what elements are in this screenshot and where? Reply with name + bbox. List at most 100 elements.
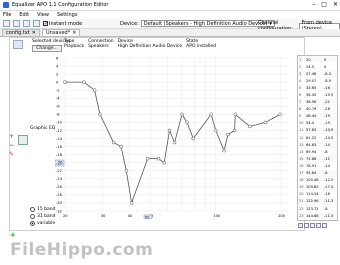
- gain-cell[interactable]: -12.5: [323, 177, 337, 184]
- table-row[interactable]: 15 73.86 -12: [298, 155, 337, 163]
- table-row[interactable]: 4 29.07 -8.9: [298, 77, 337, 84]
- table-row[interactable]: 7 38.56 -22: [298, 98, 337, 106]
- save-as-icon[interactable]: [33, 20, 40, 27]
- menu-view[interactable]: View: [37, 12, 49, 18]
- frequency-cell[interactable]: 64.63: [305, 141, 324, 149]
- eq-point[interactable]: [191, 136, 195, 141]
- gain-cell[interactable]: -8: [323, 148, 337, 155]
- eq-point[interactable]: [124, 168, 129, 173]
- normalize-icon[interactable]: [316, 223, 321, 228]
- radio-dot[interactable]: [30, 214, 35, 219]
- save-icon[interactable]: [23, 20, 30, 27]
- eq-point[interactable]: [278, 112, 282, 117]
- export-icon[interactable]: [304, 223, 309, 228]
- change-device-button[interactable]: Change...: [32, 45, 62, 52]
- frequency-cell[interactable]: 57.83: [305, 126, 324, 135]
- frequency-cell[interactable]: 109.82: [305, 183, 324, 191]
- open-file-icon[interactable]: [13, 20, 20, 27]
- gain-cell[interactable]: -8: [323, 169, 337, 177]
- frequency-cell[interactable]: 123.72: [305, 205, 323, 212]
- radio-dot[interactable]: [30, 207, 35, 212]
- table-row[interactable]: 5 33.65 -16: [298, 84, 337, 92]
- gain-cell[interactable]: -14.5: [323, 134, 337, 141]
- table-row[interactable]: 18 100.48 -12.5: [298, 177, 337, 184]
- table-row[interactable]: 19 109.82 -17.5: [298, 183, 337, 191]
- table-row[interactable]: 22 123.72 -8: [298, 205, 337, 212]
- eq-point[interactable]: [167, 128, 172, 133]
- gain-cell[interactable]: -16: [323, 191, 337, 198]
- table-row[interactable]: 12 61.22 -14.5: [298, 134, 337, 141]
- frequency-cell[interactable]: 54.4: [305, 120, 323, 127]
- gain-cell[interactable]: -19: [323, 112, 337, 120]
- table-row[interactable]: 13 64.63 -14: [298, 141, 337, 149]
- eq-point[interactable]: [92, 88, 97, 92]
- radio-variable[interactable]: variable: [30, 221, 55, 226]
- reset-icon[interactable]: [322, 223, 327, 228]
- table-row[interactable]: 8 40.79 -28: [298, 106, 337, 113]
- gain-cell[interactable]: -11.3: [323, 197, 337, 205]
- table-row[interactable]: 21 122.96 -11.3: [298, 197, 337, 205]
- frequency-cell[interactable]: 114.54: [305, 191, 323, 198]
- table-row[interactable]: 6 36.45 -19.5: [298, 91, 337, 98]
- eq-point[interactable]: [233, 112, 237, 117]
- eq-point[interactable]: [263, 120, 268, 125]
- frequency-cell[interactable]: 95.64: [305, 169, 324, 177]
- gain-cell[interactable]: -14: [323, 141, 337, 149]
- eq-point[interactable]: [232, 128, 237, 133]
- table-row[interactable]: 3 27.46 -8.3: [298, 70, 337, 78]
- import-icon[interactable]: [298, 223, 303, 228]
- maximize-button[interactable]: □: [321, 1, 327, 8]
- instant-mode-toggle[interactable]: ✓ Instant mode: [43, 21, 82, 27]
- table-row[interactable]: 1 20 0: [298, 56, 337, 64]
- gain-cell[interactable]: -8.9: [323, 77, 337, 84]
- eq-point[interactable]: [119, 144, 123, 149]
- frequency-cell[interactable]: 73.86: [305, 155, 324, 163]
- tab-unsaved[interactable]: Unsaved* ✕: [41, 29, 81, 36]
- radio-31-band[interactable]: 31 band: [30, 214, 55, 219]
- frequency-cell[interactable]: 69.94: [305, 148, 323, 155]
- gain-cell[interactable]: -17.5: [323, 183, 337, 191]
- eq-point[interactable]: [180, 112, 184, 117]
- radio-15-band[interactable]: 15 band: [30, 207, 55, 212]
- table-row[interactable]: 17 95.64 -8: [298, 169, 337, 177]
- frequency-cell[interactable]: 78.91: [305, 162, 323, 169]
- gain-cell[interactable]: -14: [323, 162, 337, 169]
- eq-point[interactable]: [82, 80, 86, 84]
- gain-cell[interactable]: -19.5: [323, 91, 337, 98]
- gain-cell[interactable]: -11.5: [323, 212, 337, 220]
- table-row[interactable]: 10 54.4 -19: [298, 120, 337, 127]
- gain-cell[interactable]: -16: [323, 84, 337, 92]
- eq-point[interactable]: [145, 156, 150, 161]
- remove-filter-icon[interactable]: −: [9, 142, 14, 149]
- eq-point[interactable]: [162, 160, 166, 165]
- gain-cell[interactable]: 0: [323, 63, 337, 70]
- frequency-cell[interactable]: 40.79: [305, 106, 323, 113]
- table-row[interactable]: 14 69.94 -8: [298, 148, 337, 155]
- frequency-cell[interactable]: 144.68: [305, 212, 324, 220]
- eq-point[interactable]: [214, 128, 218, 133]
- table-row[interactable]: 9 48.44 -19: [298, 112, 337, 120]
- eq-point[interactable]: [98, 112, 102, 117]
- table-row[interactable]: 23 144.68 -11.5: [298, 212, 337, 220]
- eq-point[interactable]: [209, 112, 213, 117]
- add-filter-icon[interactable]: +: [9, 133, 14, 140]
- eq-point[interactable]: [226, 132, 230, 137]
- eq-point[interactable]: [185, 120, 189, 125]
- eq-point[interactable]: [222, 148, 226, 153]
- eq-point[interactable]: [111, 140, 116, 145]
- gain-cell[interactable]: -22: [323, 98, 337, 106]
- minimize-button[interactable]: –: [312, 1, 315, 8]
- eq-point[interactable]: [63, 80, 67, 84]
- frequency-cell[interactable]: 38.56: [305, 98, 324, 106]
- close-button[interactable]: ✕: [333, 1, 338, 8]
- menu-file[interactable]: File: [3, 12, 11, 18]
- gain-cell[interactable]: -8.3: [323, 70, 337, 78]
- invert-icon[interactable]: [310, 223, 315, 228]
- band-table[interactable]: 1 20 0 2 24.5 0 3 27.46 -8.3 4 29.07 -8.9 5 33.65 -16 6…: [297, 55, 338, 221]
- add-filter-bottom-icon[interactable]: +: [10, 231, 16, 239]
- close-icon[interactable]: ✕: [72, 30, 76, 36]
- table-row[interactable]: 16 78.91 -14: [298, 162, 337, 169]
- frequency-cell[interactable]: 27.46: [305, 70, 324, 78]
- frequency-cell[interactable]: 61.22: [305, 134, 323, 141]
- disable-filter-icon[interactable]: ✎: [9, 151, 14, 158]
